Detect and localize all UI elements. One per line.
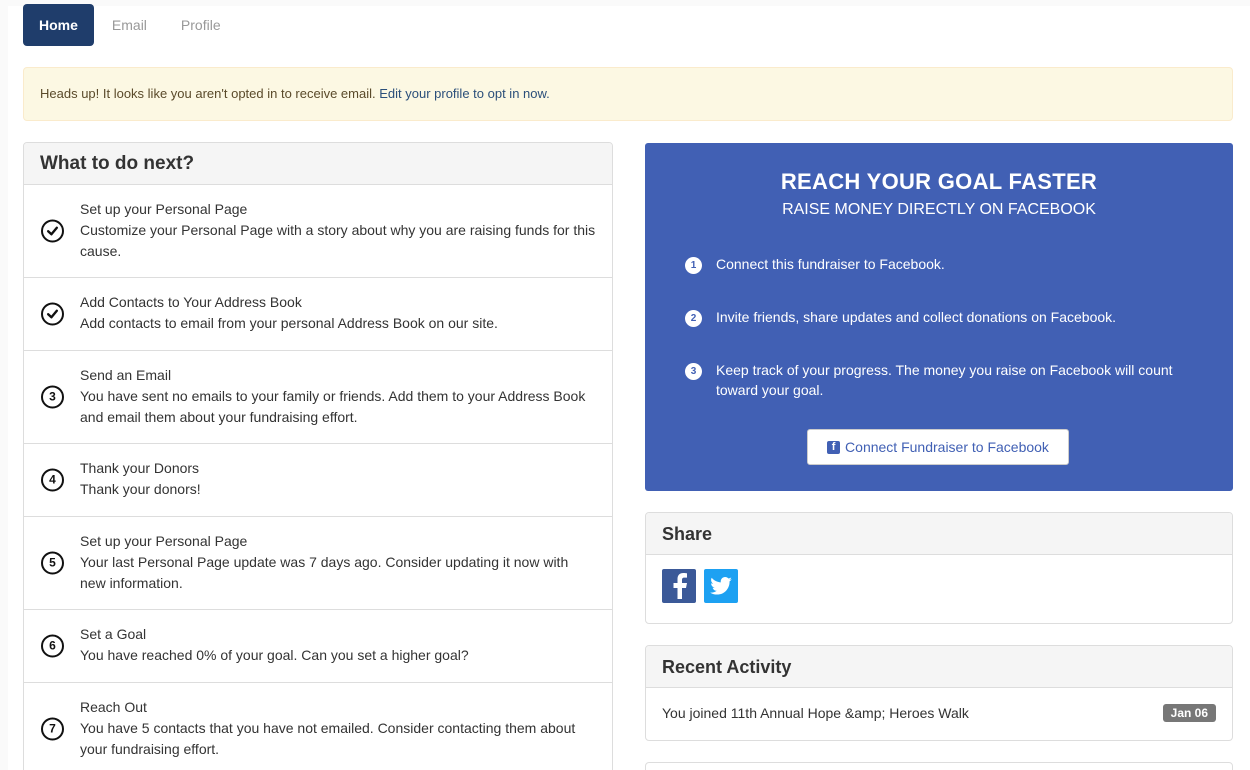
facebook-icon[interactable] (662, 569, 696, 603)
todo-item-title: Send an Email (80, 367, 172, 383)
step-number-icon: 2 (685, 310, 702, 327)
connect-facebook-label: Connect Fundraiser to Facebook (845, 439, 1049, 455)
facebook-icon: f (827, 440, 841, 454)
check-circle-icon (41, 219, 64, 243)
facebook-step-text: Keep track of your progress. The money y… (716, 362, 1173, 398)
todo-item-title: Reach Out (80, 699, 147, 715)
edit-profile-link[interactable]: Edit your profile to opt in now. (379, 86, 550, 101)
tab-email[interactable]: Email (96, 4, 163, 46)
tab-home[interactable]: Home (23, 4, 94, 46)
share-icons (646, 555, 1232, 617)
todo-item-description: Add contacts to email from your personal… (80, 315, 498, 331)
recent-activity-title: Recent Activity (646, 646, 1232, 688)
todo-item-description: You have reached 0% of your goal. Can yo… (80, 647, 469, 663)
step-number-icon: 1 (685, 257, 702, 274)
share-title: Share (646, 513, 1232, 555)
todo-item: 6 Set a Goal You have reached 0% of your g… (24, 610, 612, 683)
todo-list: Set up your Personal Page Customize your … (24, 185, 612, 770)
facebook-step: 1 Connect this fundraiser to Facebook. (685, 254, 1185, 274)
todo-item-description: You have sent no emails to your family o… (80, 388, 586, 425)
recent-activity-panel: Recent Activity You joined 11th Annual H… (645, 645, 1233, 741)
todo-item: Add Contacts to Your Address Book Add con… (24, 278, 612, 351)
todo-item-title: Add Contacts to Your Address Book (80, 294, 302, 310)
todo-item-title: Set up your Personal Page (80, 533, 248, 549)
step-number-icon: 3 (685, 363, 702, 380)
activity-item: You joined 11th Annual Hope &amp; Heroes… (646, 688, 1232, 738)
facebook-step: 2 Invite friends, share updates and coll… (685, 307, 1185, 327)
tab-profile[interactable]: Profile (165, 4, 237, 46)
step-number-icon: 3 (41, 385, 64, 409)
todo-item: 7 Reach Out You have 5 contacts that you h… (24, 683, 612, 770)
step-number-icon: 4 (41, 468, 64, 492)
todo-item-description: Your last Personal Page update was 7 day… (80, 554, 569, 591)
todo-item-title: Thank your Donors (80, 460, 200, 476)
todo-item-description: You have 5 contacts that you have not em… (80, 720, 576, 757)
todo-item-title: Set a Goal (80, 626, 147, 642)
nav-tabs: Home Email Profile (23, 4, 239, 46)
facebook-step-text: Connect this fundraiser to Facebook. (716, 256, 945, 272)
step-number-icon: 5 (41, 551, 64, 575)
todo-item: 3 Send an Email You have sent no emails to… (24, 351, 612, 444)
next-panel-edge (645, 762, 1233, 770)
todo-item-description: Thank your donors! (80, 481, 201, 497)
share-panel: Share (645, 512, 1233, 624)
todo-item: 5 Set up your Personal Page Your last Pers… (24, 517, 612, 610)
twitter-icon[interactable] (704, 569, 738, 603)
facebook-promo-subtitle: RAISE MONEY DIRECTLY ON FACEBOOK (782, 201, 1096, 218)
email-opt-in-alert: Heads up! It looks like you aren't opted… (23, 67, 1233, 121)
facebook-step: 3 Keep track of your progress. The money… (685, 360, 1185, 400)
facebook-step-text: Invite friends, share updates and collec… (716, 309, 1117, 325)
todo-item-description: Customize your Personal Page with a stor… (80, 222, 596, 259)
todo-item-title: Set up your Personal Page (80, 201, 248, 217)
activity-date-badge: Jan 06 (1162, 704, 1216, 722)
connect-facebook-button[interactable]: f Connect Fundraiser to Facebook (807, 429, 1069, 465)
activity-text: You joined 11th Annual Hope &amp; Heroes… (662, 705, 969, 721)
todo-item: Set up your Personal Page Customize your … (24, 185, 612, 278)
step-number-icon: 7 (41, 717, 64, 741)
todo-panel: What to do next? Set up your Personal Pa… (23, 142, 613, 770)
step-number-icon: 6 (41, 634, 64, 658)
todo-item: 4 Thank your Donors Thank your donors! (24, 444, 612, 517)
facebook-promo-panel: REACH YOUR GOAL FASTER RAISE MONEY DIREC… (645, 143, 1233, 491)
alert-text: Heads up! It looks like you aren't opted… (40, 86, 376, 101)
todo-title: What to do next? (24, 143, 612, 185)
facebook-promo-title: REACH YOUR GOAL FASTER (780, 169, 1098, 194)
check-circle-icon (41, 302, 64, 326)
